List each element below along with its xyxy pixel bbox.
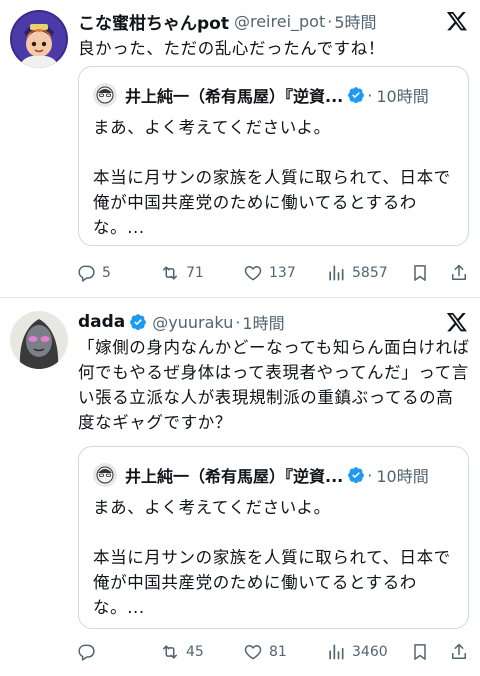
avatar-image bbox=[10, 10, 68, 68]
tweet-header: こな蜜柑ちゃんpot @reirei_pot · 5時間 bbox=[78, 9, 438, 34]
quote-tweet[interactable]: 井上純一（希有馬屋）『逆資... · 10時間 まあ、よく考えてくださいよ。 本… bbox=[78, 446, 469, 629]
share-button[interactable] bbox=[449, 638, 469, 666]
share-icon bbox=[452, 643, 466, 659]
author-avatar[interactable] bbox=[10, 311, 68, 369]
quote-avatar-image bbox=[93, 83, 117, 107]
quote-text: まあ、よく考えてくださいよ。 本当に月サンの家族を人質に取られて、日本で俺が中国… bbox=[93, 498, 451, 617]
quote-author-avatar bbox=[93, 463, 117, 487]
bookmark-button[interactable] bbox=[410, 259, 430, 287]
bookmark-icon bbox=[414, 265, 426, 281]
separator-dot: · bbox=[367, 85, 373, 105]
quote-timestamp: 10時間 bbox=[376, 87, 429, 106]
views-count: 5857 bbox=[352, 265, 388, 281]
views-icon bbox=[329, 644, 344, 660]
separator-dot: · bbox=[367, 465, 373, 485]
reply-button[interactable]: 5 bbox=[76, 259, 111, 287]
tweet-text: 「嫁側の身内なんかどーなっても知らん面白ければ何でもやるぜ身体はって表現者やって… bbox=[78, 338, 470, 432]
retweet-count: 71 bbox=[186, 265, 204, 281]
separator-dot: · bbox=[235, 312, 241, 332]
quote-header: 井上純一（希有馬屋）『逆資... · 10時間 bbox=[93, 463, 463, 487]
like-button[interactable]: 137 bbox=[243, 259, 296, 287]
author-handle[interactable]: @yuuraku bbox=[152, 313, 233, 332]
quote-author-name: 井上純一（希有馬屋）『逆資... bbox=[125, 87, 344, 106]
tweet-header: dada @yuuraku · 1時間 bbox=[78, 310, 438, 334]
action-bar: 5 71 137 5857 bbox=[76, 259, 474, 287]
reply-button[interactable] bbox=[76, 638, 102, 666]
timestamp[interactable]: 1時間 bbox=[242, 310, 284, 334]
quote-author-name: 井上純一（希有馬屋）『逆資... bbox=[125, 467, 344, 486]
quote-author-avatar bbox=[93, 83, 117, 107]
quote-header: 井上純一（希有馬屋）『逆資... · 10時間 bbox=[93, 83, 463, 107]
author-name[interactable]: dada bbox=[78, 312, 125, 332]
reply-icon bbox=[78, 644, 95, 661]
quote-tweet[interactable]: 井上純一（希有馬屋）『逆資... · 10時間 まあ、よく考えてくださいよ。 本… bbox=[78, 66, 469, 246]
verified-badge-icon bbox=[130, 314, 147, 331]
quote-timestamp: 10時間 bbox=[376, 467, 429, 486]
timestamp[interactable]: 5時間 bbox=[334, 9, 376, 33]
bookmark-button[interactable] bbox=[410, 638, 430, 666]
reply-count: 5 bbox=[102, 265, 111, 281]
views-button[interactable]: 3460 bbox=[326, 638, 388, 666]
retweet-icon bbox=[163, 645, 177, 659]
tweet-text: 良かった、ただの乱心だったんですね！ bbox=[78, 39, 385, 58]
author-name[interactable]: こな蜜柑ちゃんpot bbox=[78, 9, 229, 34]
views-count: 3460 bbox=[352, 644, 388, 660]
like-count: 137 bbox=[269, 265, 296, 281]
separator-dot: · bbox=[327, 11, 333, 31]
author-handle[interactable]: @reirei_pot bbox=[234, 12, 325, 31]
x-logo-icon[interactable] bbox=[446, 311, 468, 333]
avatar-image bbox=[10, 311, 68, 369]
views-icon bbox=[329, 265, 344, 281]
retweet-button[interactable]: 71 bbox=[160, 259, 204, 287]
views-button[interactable]: 5857 bbox=[326, 259, 388, 287]
bookmark-icon bbox=[414, 644, 426, 660]
retweet-count: 45 bbox=[186, 644, 204, 660]
tweet-divider bbox=[0, 297, 480, 298]
like-icon bbox=[244, 645, 262, 660]
author-avatar[interactable] bbox=[10, 10, 68, 68]
share-icon bbox=[452, 264, 466, 280]
share-button[interactable] bbox=[449, 259, 469, 287]
reply-icon bbox=[78, 265, 95, 282]
retweet-button[interactable]: 45 bbox=[160, 638, 204, 666]
quote-text: まあ、よく考えてくださいよ。 本当に月サンの家族を人質に取られて、日本で俺が中国… bbox=[93, 118, 451, 237]
like-icon bbox=[244, 266, 262, 281]
action-bar: 45 81 3460 bbox=[76, 638, 474, 666]
tweet-card[interactable]: dada @yuuraku · 1時間 「嫁側の身内なんかどーなっても知らん面白… bbox=[0, 301, 480, 676]
like-button[interactable]: 81 bbox=[243, 638, 287, 666]
retweet-icon bbox=[163, 266, 177, 280]
verified-badge-icon bbox=[348, 467, 365, 484]
x-logo-icon[interactable] bbox=[446, 10, 468, 32]
quote-avatar-image bbox=[93, 463, 117, 487]
tweet-card[interactable]: こな蜜柑ちゃんpot @reirei_pot · 5時間 良かった、ただの乱心だ… bbox=[0, 0, 480, 296]
verified-badge-icon bbox=[348, 87, 365, 104]
like-count: 81 bbox=[269, 644, 287, 660]
